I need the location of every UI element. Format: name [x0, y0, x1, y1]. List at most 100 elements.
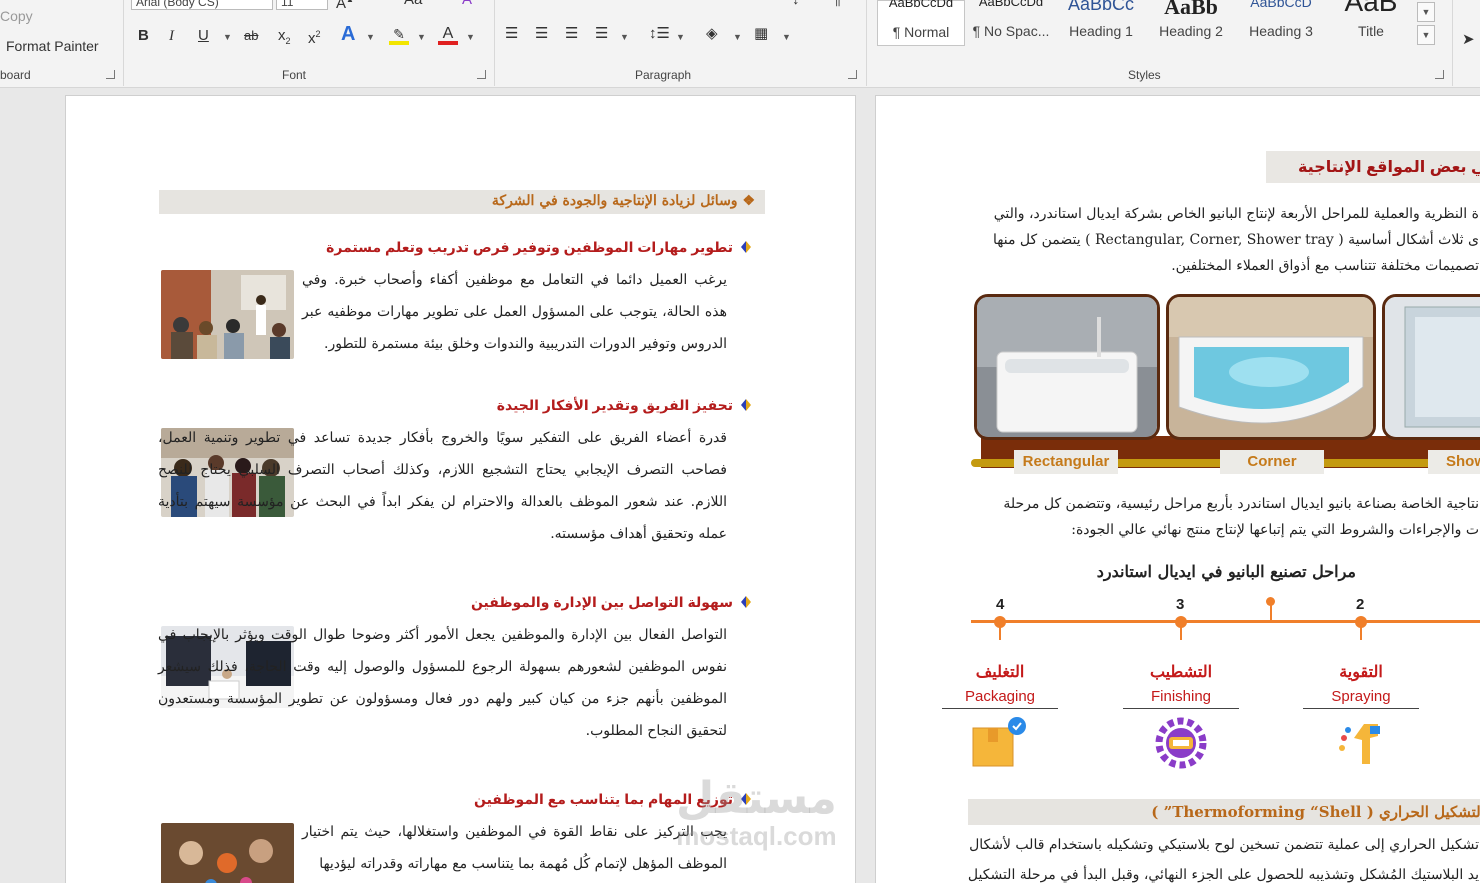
borders-dropdown-icon[interactable]: ▼ — [782, 32, 791, 42]
style-name: Title — [1358, 23, 1384, 39]
underline-button[interactable]: U — [198, 26, 209, 46]
format-painter-button[interactable]: Format Painter — [6, 36, 99, 56]
step-number: 2 — [1356, 596, 1365, 613]
align-right-icon[interactable]: ☰ — [565, 24, 578, 44]
font-color-dropdown-icon[interactable]: ▼ — [466, 32, 475, 42]
style-no-spacing[interactable]: AaBbCcDd ¶ No Spac... — [967, 0, 1055, 46]
text-effects-icon[interactable]: A — [341, 24, 355, 44]
step-arabic-label: التقوية — [1339, 662, 1383, 681]
ribbon-separator — [494, 0, 495, 86]
subscript-button[interactable]: x2 — [278, 26, 291, 51]
copy-button[interactable]: Copy — [0, 6, 33, 26]
item-paragraph: يجب التركيز على نقاط القوة في الموظفين و… — [302, 824, 727, 872]
line-spacing-icon[interactable]: ↕☰ — [649, 24, 670, 44]
timeline-dot — [1266, 597, 1275, 606]
align-left-icon[interactable]: ☰ — [505, 24, 518, 44]
italic-button[interactable]: I — [169, 26, 174, 46]
style-name: Heading 1 — [1069, 23, 1133, 39]
line-spacing-dropdown-icon[interactable]: ▼ — [676, 32, 685, 42]
ribbon-separator — [866, 0, 867, 86]
highlight-color-icon[interactable]: ✎ — [389, 24, 409, 45]
stages-intro-line: نتاجية الخاصة بصناعة بانيو ايديال استاند… — [1003, 496, 1479, 512]
styles-scroll-down-icon[interactable]: ▼ — [1417, 2, 1435, 22]
timeline-tick — [1270, 604, 1272, 622]
step-underline — [942, 708, 1058, 709]
spray-gun-icon — [1334, 716, 1388, 775]
paragraph-launcher-icon[interactable] — [848, 70, 857, 79]
gear-icon — [1154, 716, 1208, 775]
step-english-label: Finishing — [1150, 688, 1212, 705]
justify-dropdown-icon[interactable]: ▼ — [620, 32, 629, 42]
step-arabic-label: التغليف — [975, 662, 1025, 681]
align-center-icon[interactable]: ☰ — [535, 24, 548, 44]
styles-group-label: Styles — [1128, 68, 1161, 82]
item-heading: سهولة التواصل بين الإدارة والموظفين — [471, 594, 753, 611]
timeline-dot — [1175, 616, 1187, 628]
rectangular-bath-image — [974, 294, 1160, 440]
shading-icon[interactable]: ◈ — [706, 24, 718, 44]
document-page-right[interactable]: ل في بعض المواقع الإنتاجية ة النظرية وال… — [875, 95, 1480, 883]
intro-line: ى ثلاث أشكال أساسية ( Rectangular, Corne… — [993, 232, 1479, 248]
item-heading: تطوير مهارات الموظفين وتوفير فرص تدريب و… — [326, 239, 753, 256]
superscript-button[interactable]: x2 — [308, 24, 321, 49]
style-name: Heading 3 — [1249, 23, 1313, 39]
style-heading-2[interactable]: AaBb Heading 2 — [1147, 0, 1235, 46]
borders-icon[interactable]: ▦ — [754, 24, 768, 44]
intro-line: تصميمات مختلفة تتناسب مع أذواق العملاء ا… — [1171, 258, 1479, 274]
step-arabic-label: التشطيب — [1149, 662, 1213, 681]
styles-more-icon[interactable]: ▼ — [1417, 25, 1435, 45]
highlight-dropdown-icon[interactable]: ▼ — [417, 32, 426, 42]
justify-icon[interactable]: ☰ — [595, 24, 608, 44]
change-case-icon[interactable]: Aa — [404, 0, 422, 10]
section2-title: ة التشكيل الحراري ( Thermoforming “Shell… — [1151, 803, 1480, 821]
style-preview: AaBbCc — [1067, 0, 1135, 14]
font-family-select[interactable]: Arial (Body CS) — [131, 0, 273, 10]
strikethrough-button[interactable]: ab — [244, 26, 258, 46]
underline-dropdown-icon[interactable]: ▼ — [223, 32, 232, 42]
step-english-label: Packaging — [964, 688, 1036, 705]
sort-icon[interactable]: ↓ — [792, 0, 800, 10]
show-formatting-icon[interactable]: ¶ — [833, 0, 841, 10]
select-cursor-icon[interactable]: ➤ — [1462, 30, 1475, 50]
watermark-latin: mostaql.com — [676, 821, 837, 851]
document-page-left[interactable]: ❖ وسائل لزيادة الإنتاجية والجودة في الشر… — [65, 95, 856, 883]
style-normal[interactable]: AaBbCcDd ¶ Normal — [877, 0, 965, 46]
timeline-title: مراحل تصنيع البانيو في ايديال استاندرد — [1096, 562, 1356, 581]
section2-header: ة التشكيل الحراري ( Thermoforming “Shell… — [968, 799, 1480, 825]
watermark: مستقل mostaql.com — [676, 774, 837, 851]
watermark-arabic: مستقل — [676, 774, 837, 823]
timeline-dot — [994, 616, 1006, 628]
font-group-label: Font — [282, 68, 307, 82]
style-title[interactable]: AaB Title — [1327, 0, 1415, 46]
style-name: ¶ Normal — [892, 24, 950, 40]
style-heading-1[interactable]: AaBbCc Heading 1 — [1057, 0, 1145, 46]
shading-dropdown-icon[interactable]: ▼ — [733, 32, 742, 42]
step-underline — [1123, 708, 1239, 709]
bold-button[interactable]: B — [138, 26, 149, 46]
shower-tray-image — [1382, 294, 1480, 440]
step-number: 4 — [996, 596, 1005, 613]
clipboard-group-label: board — [0, 68, 31, 82]
grow-font-icon[interactable]: A▲ — [336, 0, 354, 14]
corner-bath-image — [1166, 294, 1376, 440]
style-name: Heading 2 — [1159, 23, 1223, 39]
style-preview: AaBbCcDd — [888, 0, 954, 10]
font-size-select[interactable]: 11 — [276, 0, 328, 10]
style-heading-3[interactable]: AaBbCcD Heading 3 — [1237, 0, 1325, 46]
paragraph-group-label: Paragraph — [635, 68, 692, 82]
style-preview: AaBbCcDd — [978, 0, 1044, 9]
item-paragraph: يرغب العميل دائما في التعامل مع موظفين أ… — [302, 272, 727, 352]
timeline-dot — [1355, 616, 1367, 628]
bullet-icon — [739, 398, 753, 412]
copy-label: Copy — [0, 8, 33, 24]
clear-formatting-icon[interactable]: A — [462, 0, 472, 10]
diamond-bullet-icon: ❖ — [742, 193, 755, 209]
font-launcher-icon[interactable] — [477, 70, 486, 79]
clipboard-launcher-icon[interactable] — [106, 70, 115, 79]
styles-launcher-icon[interactable] — [1435, 70, 1444, 79]
text-effects-dropdown-icon[interactable]: ▼ — [366, 32, 375, 42]
font-color-icon[interactable]: A — [438, 24, 458, 45]
style-name: ¶ No Spac... — [972, 23, 1050, 39]
step-number: 3 — [1176, 596, 1185, 613]
item-paragraph: التواصل الفعال بين الإدارة والموظفين يجع… — [158, 627, 727, 739]
